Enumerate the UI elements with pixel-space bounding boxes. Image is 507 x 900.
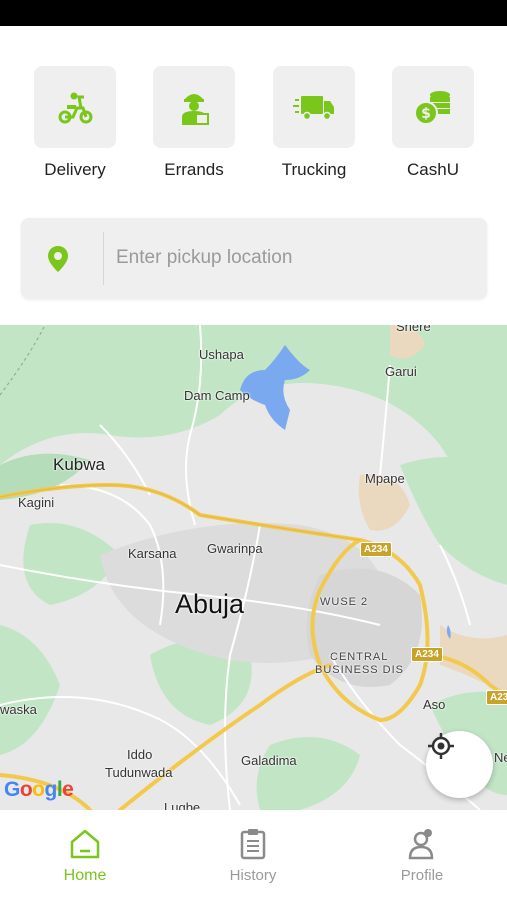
tab-label: Home	[63, 867, 107, 884]
map-label-city: Abuja	[175, 589, 245, 619]
map-label: Kubwa	[53, 455, 105, 474]
status-bar	[0, 0, 507, 26]
map-label: Lugbe	[164, 800, 201, 810]
clipboard-icon	[240, 829, 266, 860]
google-attribution-logo[interactable]: Google	[4, 778, 74, 802]
map-label: Ushapa	[199, 347, 244, 362]
road-badge: A23	[486, 690, 507, 705]
crosshair-icon	[428, 733, 454, 759]
service-delivery[interactable]: Delivery	[34, 66, 116, 180]
coins-icon: $	[414, 91, 450, 125]
map-label: Iddo	[127, 747, 153, 762]
map-label: WUSE 2	[320, 596, 369, 608]
service-trucking[interactable]: Trucking	[273, 66, 355, 180]
tab-profile[interactable]: Profile	[362, 828, 482, 884]
scooter-icon	[58, 92, 93, 124]
service-tile[interactable]	[34, 66, 116, 148]
map-label: Karsana	[128, 546, 177, 561]
svg-text:$: $	[421, 106, 431, 122]
my-location-button[interactable]	[426, 731, 493, 798]
tab-home[interactable]: Home	[25, 828, 145, 885]
service-tile[interactable]	[273, 66, 355, 148]
service-tile[interactable]: $	[392, 66, 474, 148]
map-label: Garui	[385, 364, 417, 379]
pickup-placeholder: Enter pickup location	[116, 247, 293, 268]
tab-label: Profile	[400, 867, 444, 884]
pickup-location-input[interactable]: Enter pickup location	[21, 218, 487, 299]
map-label: Dam Camp	[184, 388, 250, 403]
map-label: Shere	[396, 325, 431, 334]
map-label: Galadima	[241, 753, 297, 768]
map-label: Aso	[423, 697, 446, 712]
service-cashu[interactable]: $ CashU	[392, 66, 474, 180]
service-tile[interactable]	[153, 66, 235, 148]
map-label: Kagini	[18, 495, 55, 510]
tab-label: History	[229, 867, 277, 884]
road-badge: A234	[411, 647, 443, 662]
map-label: Ne	[494, 750, 507, 765]
tab-history[interactable]: History	[193, 828, 313, 884]
input-divider	[103, 232, 104, 285]
map-view[interactable]: Shere Ushapa Garui Dam Camp Kubwa Mpape …	[0, 325, 507, 810]
map-label: Gwarinpa	[207, 541, 263, 556]
user-icon	[408, 829, 434, 860]
map-label: CENTRAL	[330, 651, 389, 663]
truck-icon	[293, 96, 334, 121]
service-label: Trucking	[281, 160, 347, 179]
bottom-tab-bar: Home History Profile	[0, 810, 507, 900]
service-label: CashU	[407, 160, 459, 179]
location-pin-icon	[48, 246, 68, 272]
map-label: BUSINESS DIS	[315, 664, 405, 676]
map-label: waska	[0, 702, 37, 717]
courier-icon	[182, 94, 209, 125]
service-label: Errands	[164, 160, 224, 179]
map-label: Mpape	[365, 471, 405, 486]
service-errands[interactable]: Errands	[153, 66, 235, 180]
road-badge: A234	[360, 542, 392, 557]
service-label: Delivery	[44, 160, 106, 179]
home-icon	[70, 829, 100, 859]
map-label: Tudunwada	[105, 765, 173, 780]
